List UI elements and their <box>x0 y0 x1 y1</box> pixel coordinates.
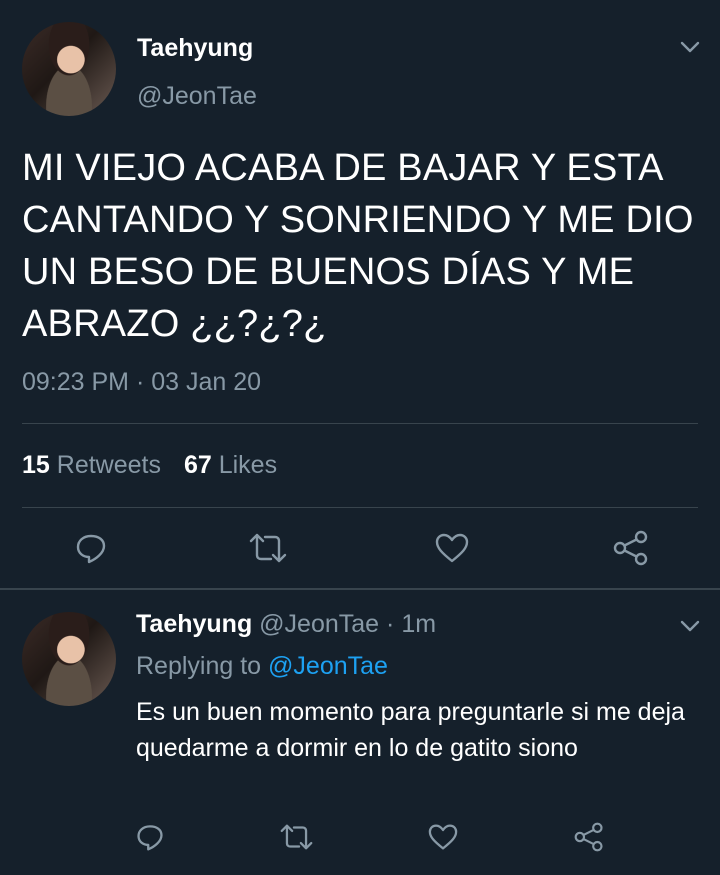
divider <box>0 588 720 590</box>
likes-count: 67 <box>183 451 212 479</box>
reply-icon[interactable] <box>135 822 165 852</box>
retweet-icon[interactable] <box>280 822 313 852</box>
chevron-down-icon[interactable] <box>678 37 702 57</box>
like-icon[interactable] <box>434 532 470 564</box>
author-name[interactable]: Taehyung <box>137 34 253 63</box>
replying-to: Replying to @JeonTae <box>136 652 388 681</box>
retweets-label: Retweets <box>56 451 161 479</box>
likes-label: Likes <box>218 451 278 479</box>
like-icon[interactable] <box>427 823 459 851</box>
reply-time[interactable]: 1m <box>401 610 436 638</box>
avatar[interactable] <box>22 612 116 706</box>
tweet-text: MI VIEJO ACABA DE BAJAR Y ESTA CANTANDO … <box>22 147 694 345</box>
author-handle[interactable]: @JeonTae <box>137 82 257 111</box>
author-name[interactable]: Taehyung <box>136 610 252 638</box>
separator: · <box>386 610 395 638</box>
engagement-stats: 15 Retweets 67 Likes <box>22 451 277 480</box>
retweets-stat[interactable]: 15 Retweets <box>22 451 168 479</box>
avatar[interactable] <box>22 22 116 116</box>
author-handle[interactable]: @JeonTae <box>259 610 379 638</box>
reply-icon[interactable] <box>74 531 108 565</box>
tweet-timestamp[interactable]: 09:23 PM · 03 Jan 20 <box>22 368 261 397</box>
likes-stat[interactable]: 67 Likes <box>184 451 277 479</box>
replying-handle-link[interactable]: @JeonTae <box>268 652 388 680</box>
chevron-down-icon[interactable] <box>678 616 702 636</box>
retweet-icon[interactable] <box>249 531 287 565</box>
divider <box>22 423 698 424</box>
replying-prefix: Replying to <box>136 652 262 680</box>
divider <box>22 507 698 508</box>
share-icon[interactable] <box>612 530 650 566</box>
reply-header: Taehyung @JeonTae · 1m <box>136 610 436 639</box>
retweets-count: 15 <box>22 451 50 479</box>
share-icon[interactable] <box>573 822 605 852</box>
reply-text: Es un buen momento para preguntarle si m… <box>136 698 685 762</box>
